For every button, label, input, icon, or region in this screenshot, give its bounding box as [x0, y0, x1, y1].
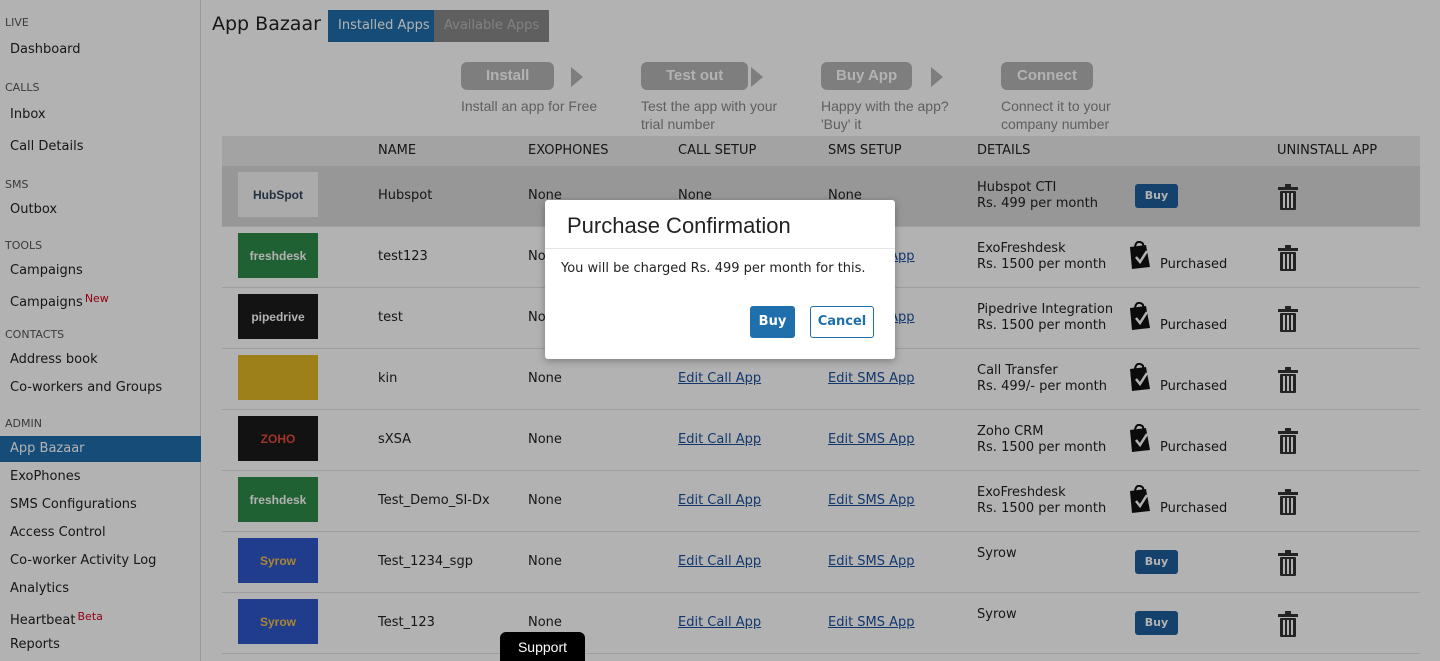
modal-title: Purchase Confirmation	[567, 213, 791, 238]
modal-message: You will be charged Rs. 499 per month fo…	[561, 261, 866, 276]
support-button[interactable]: Support	[500, 632, 585, 661]
modal-divider	[545, 248, 895, 249]
modal-cancel-button[interactable]: Cancel	[810, 306, 874, 338]
modal-buy-button[interactable]: Buy	[750, 306, 795, 338]
purchase-confirmation-modal: Purchase Confirmation You will be charge…	[545, 200, 895, 359]
